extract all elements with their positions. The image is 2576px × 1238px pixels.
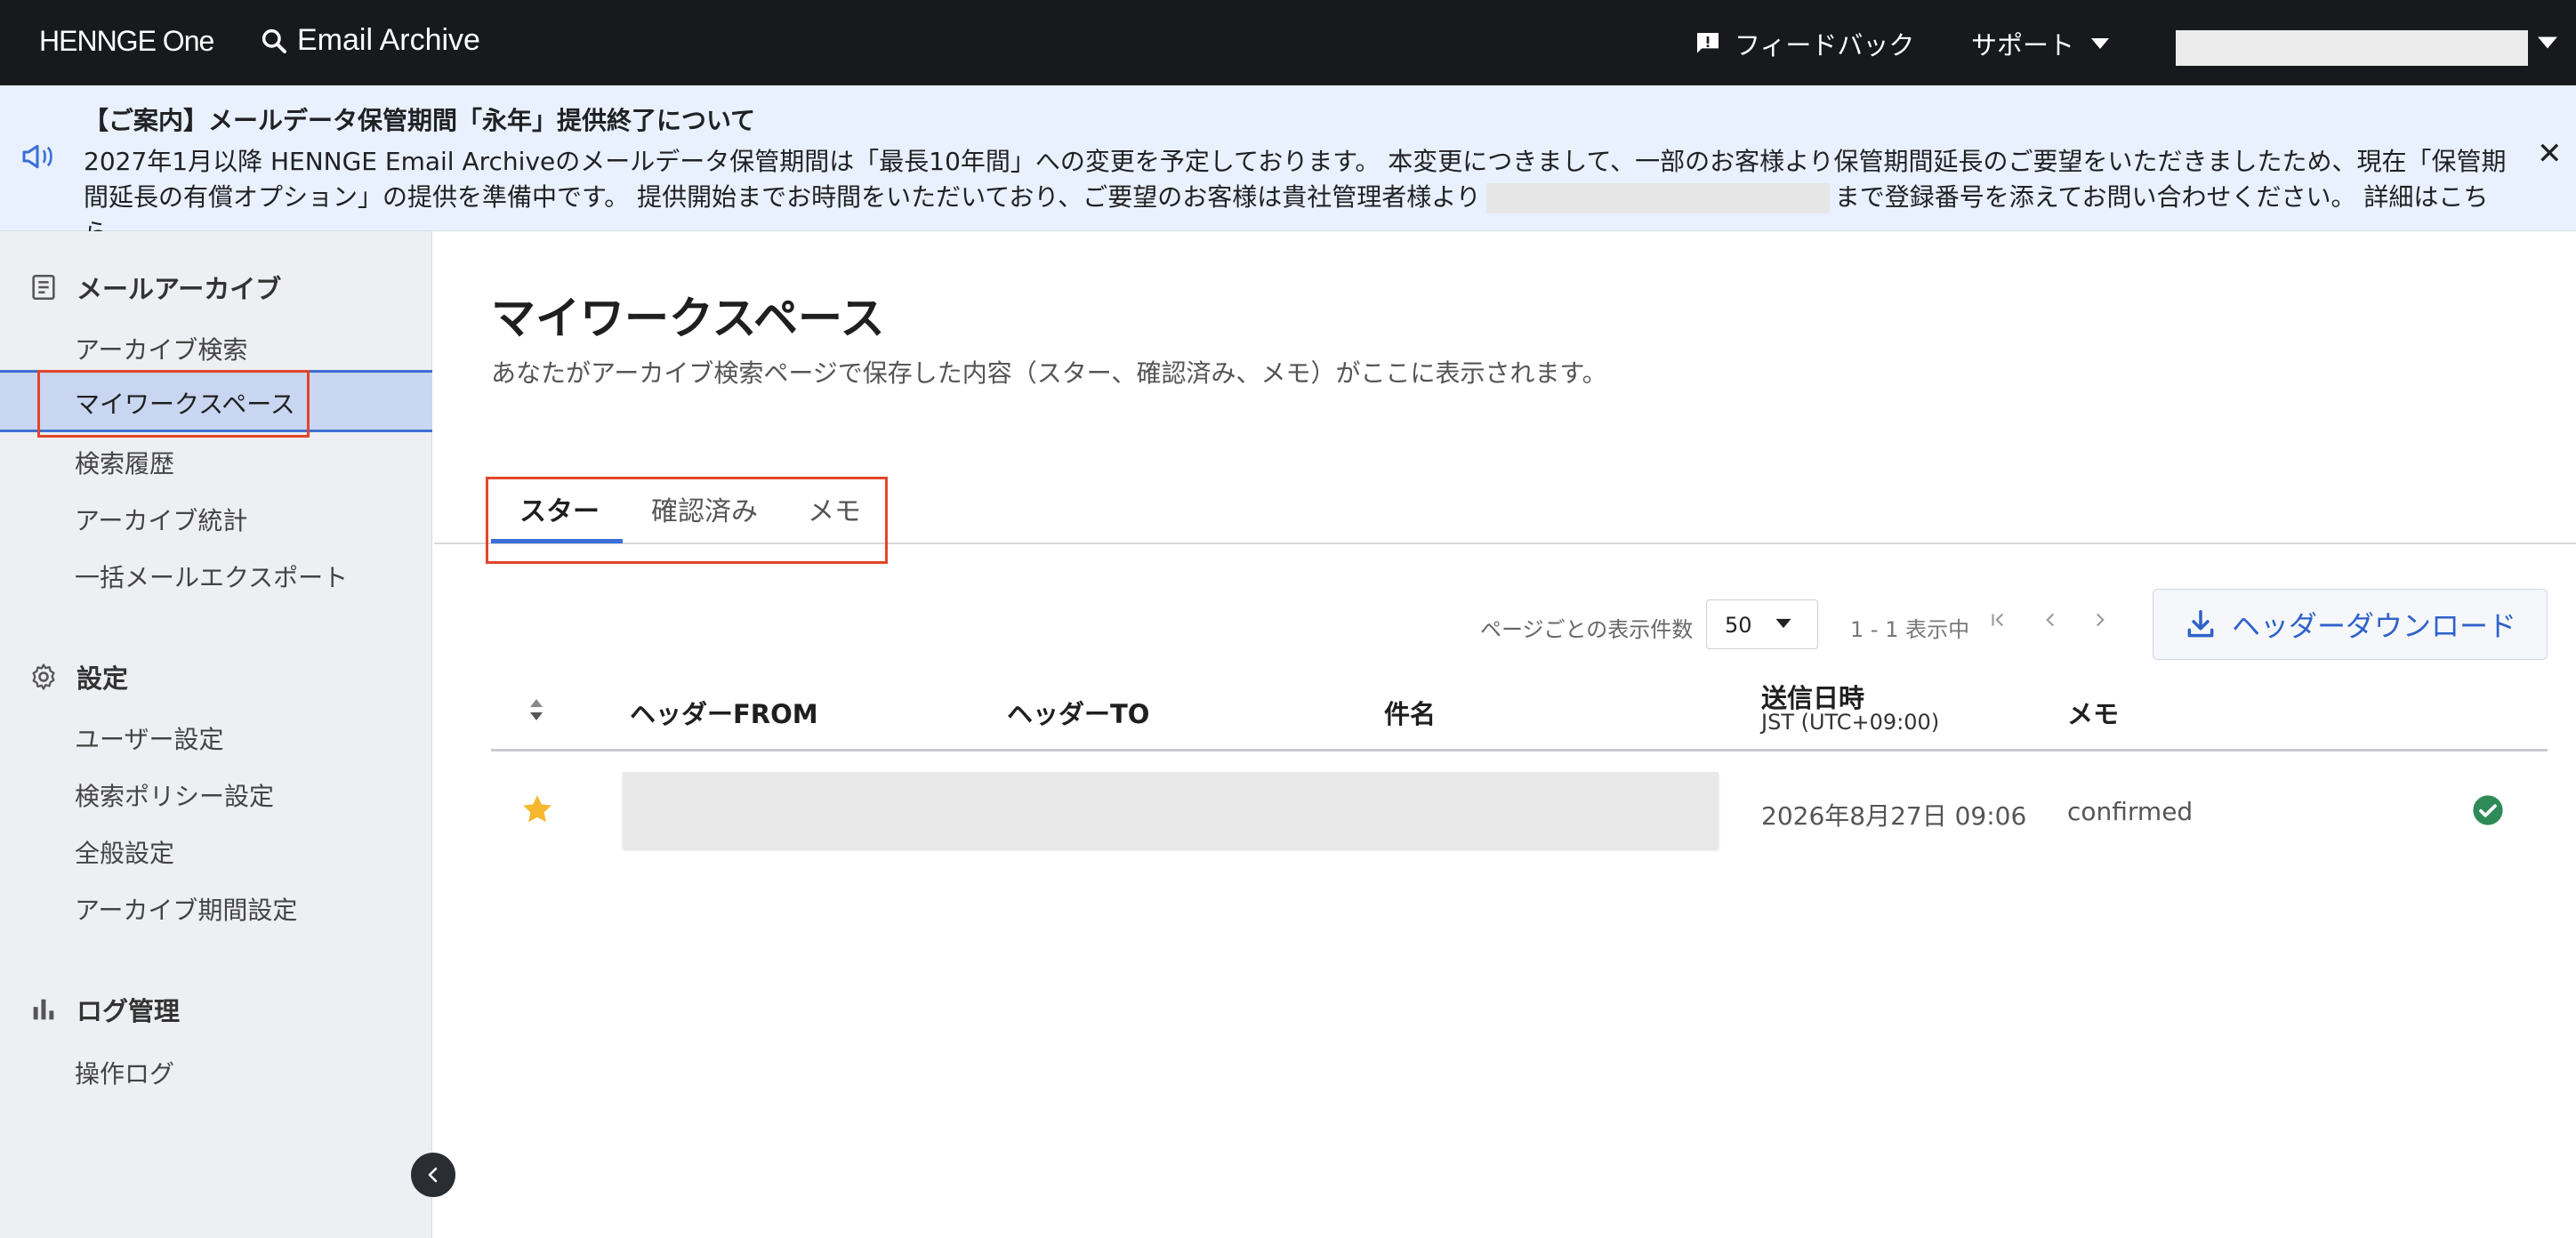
chevron-left-icon: [428, 1167, 438, 1183]
app-title-label: Email Archive: [297, 23, 480, 57]
download-icon: [2187, 610, 2214, 638]
sidebar-item-search-history[interactable]: 検索履歴: [75, 445, 174, 480]
gear-icon: [32, 663, 55, 690]
star-icon[interactable]: [519, 792, 555, 827]
redacted-contact: [1485, 183, 1830, 213]
sidebar-item-archive-search[interactable]: アーカイブ検索: [75, 331, 247, 366]
megaphone-icon: [22, 144, 52, 169]
column-header-to[interactable]: ヘッダーTO: [1007, 694, 1149, 731]
chevron-left-icon: [2046, 613, 2055, 627]
announcement-title: 【ご案内】メールデータ保管期間「永年」提供終了について: [84, 106, 756, 135]
page-range: 1 - 1 表示中: [1850, 617, 1970, 642]
header-download-button[interactable]: ヘッダーダウンロード: [2153, 589, 2548, 660]
archive-icon: [32, 274, 55, 301]
feedback-label: フィードバック: [1735, 30, 1915, 60]
feedback-icon: [1697, 33, 1719, 53]
table-cell-sent: 2026年8月27日 09:06: [1761, 801, 2027, 831]
page-size-label: ページごとの表示件数: [1480, 617, 1694, 642]
prev-page-button[interactable]: [2039, 608, 2062, 638]
page-description: あなたがアーカイブ検索ページで保存した内容（スター、確認済み、メモ）がここに表示…: [491, 358, 1607, 388]
user-account-redacted[interactable]: [2176, 30, 2528, 66]
column-header-subject[interactable]: 件名: [1384, 694, 1436, 731]
sidebar-item-search-policy[interactable]: 検索ポリシー設定: [75, 777, 274, 813]
sidebar-item-bulk-export[interactable]: 一括メールエクスポート: [75, 559, 348, 594]
chevron-right-icon: [2096, 613, 2105, 627]
search-icon: [262, 28, 286, 53]
column-header-from[interactable]: ヘッダーFROM: [630, 694, 818, 731]
support-menu[interactable]: サポート: [1971, 25, 2110, 62]
top-bar: HENNGE One Email Archive フィードバック サポート: [0, 0, 2576, 85]
page-title: マイワークスペース: [491, 293, 885, 344]
first-page-icon: [1992, 613, 2004, 627]
highlight-outline: [37, 370, 310, 438]
page-size-value: 50: [1725, 613, 1752, 638]
column-header-memo[interactable]: メモ: [2067, 694, 2119, 731]
sidebar-item-archive-period[interactable]: アーカイブ期間設定: [75, 891, 297, 927]
page-size-select[interactable]: 50: [1706, 599, 1818, 649]
sort-icon[interactable]: [527, 695, 546, 724]
next-page-button[interactable]: [2089, 608, 2112, 638]
check-circle-icon[interactable]: [2471, 793, 2505, 827]
sidebar-group-mail-archive: メールアーカイブ: [28, 269, 281, 306]
sidebar-item-user-settings[interactable]: ユーザー設定: [75, 720, 223, 756]
sidebar-group-title: ログ管理: [76, 996, 181, 1026]
sidebar-item-archive-stats[interactable]: アーカイブ統計: [75, 502, 247, 537]
sidebar-group-log-management: ログ管理: [28, 991, 180, 1028]
redacted-row-content[interactable]: [623, 772, 1719, 848]
sidebar-item-operation-log[interactable]: 操作ログ: [75, 1055, 174, 1090]
announcement-body: 2027年1月以降 HENNGE Email Archiveのメールデータ保管期…: [84, 144, 2512, 251]
column-header-timezone: JST (UTC+09:00): [1761, 710, 1940, 735]
highlight-outline: [486, 477, 888, 564]
announcement-banner: 【ご案内】メールデータ保管期間「永年」提供終了について 2027年1月以降 HE…: [0, 85, 2576, 247]
download-label: ヘッダーダウンロード: [2231, 609, 2516, 643]
first-page-button[interactable]: [1987, 608, 2010, 638]
table-cell-memo: confirmed: [2067, 797, 2194, 826]
chevron-down-icon[interactable]: [2537, 36, 2558, 50]
sidebar-group-settings: 設定: [28, 658, 128, 695]
collapse-sidebar-button[interactable]: [411, 1153, 455, 1197]
feedback-button[interactable]: フィードバック: [1694, 25, 1914, 62]
bar-chart-icon: [33, 999, 54, 1020]
app-title[interactable]: Email Archive: [260, 23, 480, 58]
close-icon[interactable]: ✕: [2537, 139, 2563, 169]
henngeone-logo[interactable]: HENNGE One: [39, 25, 214, 58]
sidebar-group-title: 設定: [76, 663, 129, 694]
sidebar-group-title: メールアーカイブ: [76, 274, 282, 304]
table-header-divider: [491, 749, 2548, 752]
support-label: サポート: [1971, 30, 2075, 60]
sidebar-item-general-settings[interactable]: 全般設定: [75, 834, 174, 870]
chevron-down-icon: [2091, 38, 2110, 49]
chevron-down-icon: [1775, 618, 1791, 629]
